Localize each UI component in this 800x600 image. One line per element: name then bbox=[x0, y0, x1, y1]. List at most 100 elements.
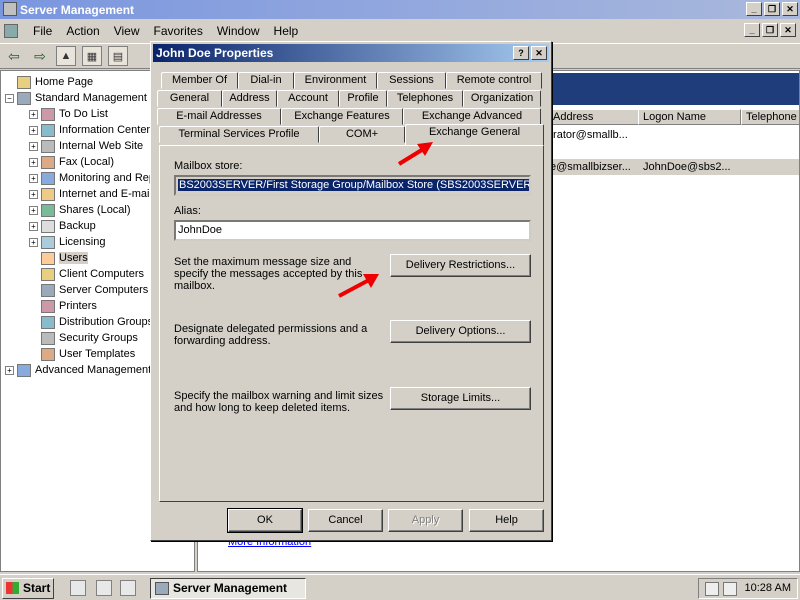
tray-server-icon[interactable] bbox=[723, 582, 737, 596]
tree-item[interactable]: Printers bbox=[29, 298, 97, 314]
tab-exchange-advanced[interactable]: Exchange Advanced bbox=[403, 108, 541, 125]
tab-sessions[interactable]: Sessions bbox=[377, 72, 446, 89]
tree-item-label: Server Computers bbox=[59, 284, 149, 296]
tab-terminal-services-profile[interactable]: Terminal Services Profile bbox=[159, 126, 319, 143]
tree-item[interactable]: Users bbox=[29, 250, 88, 266]
row2-logon-name[interactable]: JohnDoe@sbs2... bbox=[643, 161, 731, 173]
tree-item-label: Printers bbox=[59, 300, 97, 312]
child-minimize-button[interactable]: _ bbox=[744, 23, 760, 37]
tree-expander[interactable]: + bbox=[29, 173, 38, 183]
back-arrow-icon[interactable]: ⇦ bbox=[4, 46, 24, 66]
column-header-address[interactable]: Address bbox=[548, 109, 644, 125]
mailbox-store-value: BS2003SERVER/First Storage Group/Mailbox… bbox=[178, 179, 529, 191]
mmc-document-icon[interactable] bbox=[4, 24, 18, 38]
tree-item[interactable]: + Information Center bbox=[29, 122, 150, 138]
help-button[interactable]: Help bbox=[469, 509, 544, 532]
tree-item[interactable]: Client Computers bbox=[29, 266, 144, 282]
tree-item[interactable]: + Backup bbox=[29, 218, 96, 234]
tree-item[interactable]: + To Do List bbox=[29, 106, 108, 122]
ok-button[interactable]: OK bbox=[227, 508, 303, 533]
alias-input[interactable]: JohnDoe bbox=[174, 220, 531, 241]
tree-expander[interactable]: + bbox=[29, 141, 38, 151]
tab-dial-in[interactable]: Dial-in bbox=[238, 72, 294, 89]
start-button[interactable]: Start bbox=[2, 578, 54, 599]
tree-item[interactable]: + Licensing bbox=[29, 234, 105, 250]
windows-logo-icon bbox=[6, 582, 19, 594]
tab-member-of[interactable]: Member Of bbox=[161, 72, 238, 89]
tree-expander[interactable]: + bbox=[29, 237, 38, 247]
exchange-general-panel: Mailbox store: BS2003SERVER/First Storag… bbox=[159, 145, 544, 502]
tree-item-label: To Do List bbox=[59, 108, 108, 120]
menu-window[interactable]: Window bbox=[210, 24, 267, 38]
tab-com-plus[interactable]: COM+ bbox=[319, 126, 405, 143]
tree-expander[interactable]: + bbox=[29, 189, 38, 199]
tree-expander[interactable]: + bbox=[29, 221, 38, 231]
menu-file[interactable]: File bbox=[26, 24, 59, 38]
tree-item[interactable]: + Internal Web Site bbox=[29, 138, 143, 154]
tree-expander[interactable]: + bbox=[29, 157, 38, 167]
internet-explorer-icon[interactable] bbox=[70, 580, 86, 596]
tab-profile[interactable]: Profile bbox=[339, 90, 387, 107]
apply-button[interactable]: Apply bbox=[388, 509, 463, 532]
tree-node-icon bbox=[41, 187, 55, 201]
menu-favorites[interactable]: Favorites bbox=[147, 24, 210, 38]
menu-view[interactable]: View bbox=[107, 24, 147, 38]
tree-item-label: Home Page bbox=[35, 76, 94, 88]
tree-item-label: Users bbox=[59, 252, 88, 264]
restore-button[interactable]: ❐ bbox=[764, 2, 780, 16]
tree-item[interactable]: Security Groups bbox=[29, 330, 138, 346]
row1-address[interactable]: trator@smallb... bbox=[550, 129, 628, 141]
tab-general[interactable]: General bbox=[157, 90, 222, 107]
tree-item[interactable]: + Internet and E-mail bbox=[29, 186, 152, 202]
quick-launch-icon[interactable] bbox=[96, 580, 112, 596]
forward-arrow-icon[interactable]: ⇨ bbox=[30, 46, 50, 66]
dialog-help-button[interactable]: ? bbox=[513, 46, 529, 60]
tray-network-icon[interactable] bbox=[705, 582, 719, 596]
tab-account[interactable]: Account bbox=[277, 90, 339, 107]
taskbar-server-management[interactable]: Server Management bbox=[150, 578, 306, 599]
tab-address[interactable]: Address bbox=[222, 90, 277, 107]
tab-organization[interactable]: Organization bbox=[463, 90, 541, 107]
tab-remote-control[interactable]: Remote control bbox=[446, 72, 542, 89]
tree-expander[interactable]: + bbox=[29, 109, 38, 119]
tab-environment[interactable]: Environment bbox=[294, 72, 377, 89]
properties-icon[interactable]: ▤ bbox=[108, 46, 128, 66]
cancel-button[interactable]: Cancel bbox=[308, 509, 383, 532]
tree-item[interactable]: + Advanced Management bbox=[5, 362, 151, 378]
tree-node-icon bbox=[41, 251, 55, 265]
menu-help[interactable]: Help bbox=[267, 24, 306, 38]
quick-launch-icon-2[interactable] bbox=[120, 580, 136, 596]
column-header-telephone[interactable]: Telephone bbox=[741, 109, 799, 125]
tree-expander[interactable]: + bbox=[29, 125, 38, 135]
tree-expander[interactable]: + bbox=[5, 365, 14, 375]
show-hide-tree-icon[interactable]: ▦ bbox=[82, 46, 102, 66]
tree-node-icon bbox=[41, 299, 55, 313]
storage-limits-button[interactable]: Storage Limits... bbox=[390, 387, 531, 410]
row2-address[interactable]: e@smallbizser... bbox=[550, 161, 631, 173]
tree-item[interactable]: Home Page bbox=[5, 74, 93, 90]
tree-expander[interactable]: − bbox=[5, 93, 14, 103]
tab-telephones[interactable]: Telephones bbox=[387, 90, 463, 107]
tree-item[interactable]: − Standard Management bbox=[5, 90, 147, 106]
delivery-options-description: Designate delegated permissions and a fo… bbox=[174, 323, 368, 347]
tree-item[interactable]: User Templates bbox=[29, 346, 135, 362]
up-folder-icon[interactable]: ▲ bbox=[56, 46, 76, 66]
minimize-button[interactable]: _ bbox=[746, 2, 762, 16]
dialog-close-button[interactable]: ✕ bbox=[531, 46, 547, 60]
tab-exchange-features[interactable]: Exchange Features bbox=[281, 108, 403, 125]
column-header-logon-name[interactable]: Logon Name bbox=[638, 109, 741, 125]
menu-action[interactable]: Action bbox=[59, 24, 106, 38]
mailbox-store-field[interactable]: BS2003SERVER/First Storage Group/Mailbox… bbox=[174, 175, 531, 196]
tree-item[interactable]: Distribution Groups bbox=[29, 314, 153, 330]
delivery-restrictions-button[interactable]: Delivery Restrictions... bbox=[390, 254, 531, 277]
tab-email-addresses[interactable]: E-mail Addresses bbox=[157, 108, 281, 125]
taskbar-task-label: Server Management bbox=[173, 581, 288, 595]
tree-item[interactable]: + Fax (Local) bbox=[29, 154, 114, 170]
tree-item[interactable]: Server Computers bbox=[29, 282, 148, 298]
child-close-button[interactable]: ✕ bbox=[780, 23, 796, 37]
child-restore-button[interactable]: ❐ bbox=[762, 23, 778, 37]
tree-expander[interactable]: + bbox=[29, 205, 38, 215]
tree-item[interactable]: + Shares (Local) bbox=[29, 202, 131, 218]
delivery-options-button[interactable]: Delivery Options... bbox=[390, 320, 531, 343]
close-button[interactable]: ✕ bbox=[782, 2, 798, 16]
